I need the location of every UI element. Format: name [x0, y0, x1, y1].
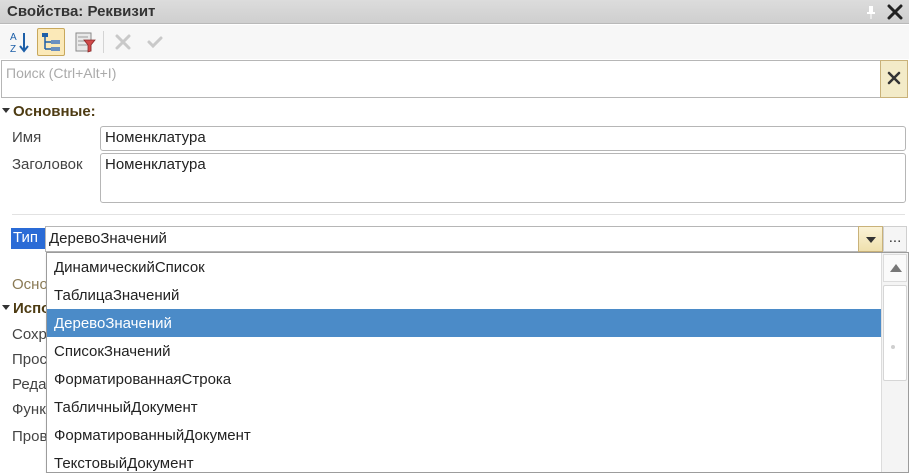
filter-icon[interactable]: [70, 28, 98, 56]
delete-x-icon[interactable]: [109, 28, 137, 56]
tree-view-icon[interactable]: [37, 28, 65, 56]
divider: [12, 214, 905, 215]
scrollbar[interactable]: [881, 253, 908, 472]
name-field[interactable]: Номенклатура: [100, 126, 906, 151]
list-item[interactable]: ФорматированныйДокумент: [47, 421, 882, 449]
obscured-label-3: Реда: [12, 376, 47, 393]
svg-text:Z: Z: [10, 44, 16, 55]
type-label: Тип: [11, 228, 45, 249]
group-main-title: Основные:: [13, 103, 96, 120]
type-dropdown-list: ДинамическийСписок ТаблицаЗначений Дерев…: [46, 252, 909, 473]
group-main-header[interactable]: Основные:: [2, 103, 96, 120]
checkmark-icon[interactable]: [141, 28, 169, 56]
caption-label: Заголовок: [12, 156, 83, 173]
sort-az-icon[interactable]: A Z: [5, 28, 33, 56]
svg-text:A: A: [10, 32, 17, 43]
collapse-triangle-icon: [2, 304, 10, 310]
scroll-grip-icon: [891, 345, 895, 349]
obscured-label-5: Пров: [12, 428, 48, 445]
scroll-thumb[interactable]: [883, 285, 907, 381]
obscured-link[interactable]: Осно: [12, 276, 48, 293]
list-item[interactable]: ТекстовыйДокумент: [47, 449, 882, 472]
scroll-up-button[interactable]: [883, 254, 907, 282]
window-titlebar: Свойства: Реквизит: [0, 0, 909, 24]
search-box: [1, 60, 908, 98]
toolbar-separator: [103, 31, 104, 53]
list-item[interactable]: ДинамическийСписок: [47, 253, 882, 281]
list-item[interactable]: ТабличныйДокумент: [47, 393, 882, 421]
obscured-label-1: Сохр: [12, 326, 47, 343]
group-use-header[interactable]: Испо: [2, 300, 50, 317]
obscured-label-2: Прос: [12, 351, 47, 368]
group-use-title: Испо: [13, 300, 51, 317]
search-clear-button[interactable]: [880, 60, 908, 98]
type-select-button[interactable]: ...: [883, 226, 907, 252]
type-value: ДеревоЗначений: [49, 230, 167, 247]
toolbar: A Z: [0, 25, 909, 59]
collapse-triangle-icon: [2, 107, 10, 113]
type-dropdown-button[interactable]: [858, 226, 883, 252]
obscured-label-4: Функ: [12, 401, 46, 418]
caption-field[interactable]: Номенклатура: [100, 153, 906, 203]
list-item-selected[interactable]: ДеревоЗначений: [47, 309, 882, 337]
type-field[interactable]: ДеревоЗначений: [45, 226, 883, 252]
window-title: Свойства: Реквизит: [7, 3, 156, 20]
chevron-down-icon: [866, 237, 876, 243]
list-item[interactable]: ТаблицаЗначений: [47, 281, 882, 309]
close-icon[interactable]: [885, 2, 905, 22]
chevron-up-icon: [890, 264, 902, 272]
pin-icon[interactable]: [864, 4, 878, 20]
search-input[interactable]: [4, 63, 880, 83]
list-item[interactable]: СписокЗначений: [47, 337, 882, 365]
list-item[interactable]: ФорматированнаяСтрока: [47, 365, 882, 393]
name-label: Имя: [12, 129, 42, 146]
